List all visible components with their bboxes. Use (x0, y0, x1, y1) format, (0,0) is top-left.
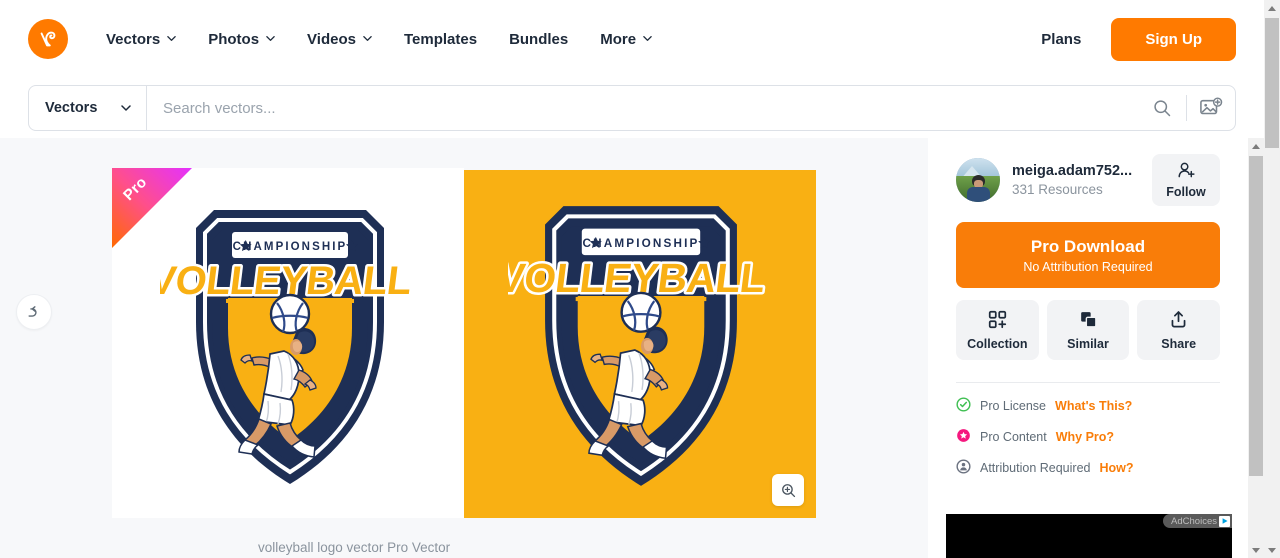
license-info-list: Pro License What's This? Pro Content Why… (956, 397, 1220, 477)
top-navigation-bar: Vectors Photos Videos Templates Bundles … (0, 0, 1264, 78)
pro-download-subtitle: No Attribution Required (1023, 259, 1153, 274)
primary-nav-items: Vectors Photos Videos Templates Bundles … (90, 23, 668, 56)
advertisement-block[interactable]: AdChoices (946, 514, 1232, 558)
back-arrow-icon (27, 305, 37, 317)
adchoices-badge[interactable]: AdChoices (1163, 514, 1232, 528)
license-link[interactable]: Why Pro? (1056, 430, 1114, 444)
author-row: meiga.adam752... 331 Resources Follow (956, 154, 1220, 206)
author-name[interactable]: meiga.adam752... (1012, 163, 1140, 179)
volleyball-logo-artwork-large: CHAMPIONSHIP VOLLEYBALL VOLLEYBALL (508, 206, 770, 486)
nav-item-label: More (600, 30, 637, 48)
adchoices-triangle-icon (1219, 515, 1230, 527)
license-link[interactable]: What's This? (1055, 399, 1132, 413)
check-circle-icon (956, 397, 971, 415)
magnify-plus-icon (781, 483, 795, 497)
star-circle-icon (956, 428, 971, 446)
nav-item-label: Photos (208, 30, 260, 48)
person-circle-icon (956, 459, 971, 477)
search-icon[interactable] (1138, 86, 1186, 130)
share-button-label: Share (1161, 336, 1197, 351)
pro-download-title: Pro Download (1030, 236, 1146, 256)
license-row-pro-content: Pro Content Why Pro? (956, 428, 1220, 446)
chevron-down-icon (363, 34, 372, 43)
sidebar-divider (956, 382, 1220, 383)
author-meta: meiga.adam752... 331 Resources (1012, 163, 1140, 197)
license-row-pro-license: Pro License What's This? (956, 397, 1220, 415)
chevron-down-icon (167, 34, 176, 43)
image-caption: volleyball logo vector Pro Vector (258, 540, 451, 555)
nav-item-more[interactable]: More (584, 23, 668, 56)
plans-link[interactable]: Plans (1033, 25, 1089, 54)
preview-panel-yellow[interactable]: CHAMPIONSHIP VOLLEYBALL VOLLEYBALL (464, 170, 816, 518)
content-scroll-down-arrow[interactable] (1248, 542, 1264, 558)
nav-item-bundles[interactable]: Bundles (493, 23, 584, 56)
nav-item-label: Vectors (106, 30, 161, 48)
volleyball-logo-artwork: CHAMPIONSHIP VOLLEYBALL VOLLEYBALL (160, 210, 416, 484)
search-action-icons (1138, 86, 1235, 130)
nav-item-label: Templates (403, 30, 478, 48)
zoom-in-button[interactable] (772, 474, 804, 506)
search-category-value: Vectors (45, 100, 98, 116)
details-sidebar: meiga.adam752... 331 Resources Follow Pr… (928, 138, 1248, 558)
license-row-attribution: Attribution Required How? (956, 459, 1220, 477)
similar-button-label: Similar (1067, 336, 1109, 351)
nav-item-label: Videos (307, 30, 356, 48)
nav-item-label: Bundles (509, 30, 569, 48)
chevron-down-icon (121, 103, 131, 112)
share-button[interactable]: Share (1137, 300, 1221, 360)
svg-text:CHAMPIONSHIP: CHAMPIONSHIP (233, 241, 348, 253)
action-button-row: Collection Similar Share (956, 300, 1221, 360)
nav-item-photos[interactable]: Photos (192, 23, 291, 56)
svg-text:CHAMPIONSHIP: CHAMPIONSHIP (583, 237, 700, 250)
follow-button-label: Follow (1166, 184, 1206, 199)
vecteezy-logo-icon[interactable] (28, 19, 68, 59)
adchoices-label: AdChoices (1171, 515, 1217, 527)
share-upload-icon (1169, 310, 1188, 332)
pro-download-button[interactable]: Pro Download No Attribution Required (956, 222, 1220, 288)
user-avatar[interactable] (956, 158, 1000, 202)
license-link[interactable]: How? (1099, 461, 1133, 475)
content-scroll-up-arrow[interactable] (1248, 138, 1264, 154)
chevron-down-icon (266, 34, 275, 43)
search-input[interactable] (147, 86, 1138, 130)
search-category-select[interactable]: Vectors (29, 86, 147, 130)
nav-item-templates[interactable]: Templates (388, 23, 493, 56)
follow-button[interactable]: Follow (1152, 154, 1220, 206)
sign-up-button[interactable]: Sign Up (1111, 17, 1236, 61)
author-resource-count: 331 Resources (1012, 182, 1103, 197)
similar-copy-icon (1079, 310, 1098, 332)
license-label: Pro License (980, 399, 1047, 413)
content-scrollbar[interactable] (1248, 138, 1264, 558)
search-bar-region: Vectors (0, 78, 1264, 138)
window-scroll-thumb[interactable] (1265, 18, 1279, 148)
content-scroll-thumb[interactable] (1249, 156, 1263, 476)
page-root: Vectors Photos Videos Templates Bundles … (0, 0, 1280, 558)
window-scroll-up-arrow[interactable] (1264, 0, 1280, 16)
license-label: Attribution Required (980, 461, 1091, 475)
pro-badge-label: Pro (120, 173, 151, 205)
nav-item-videos[interactable]: Videos (291, 23, 388, 56)
preview-content-area: Pro CHAMPIONSHIP VOLLEYBALL VOLLEYBALL C… (0, 138, 928, 558)
search-bar: Vectors (28, 85, 1236, 131)
collection-button-label: Collection (967, 336, 1028, 351)
license-label: Pro Content (980, 430, 1047, 444)
nav-right-actions: Plans Sign Up (1033, 17, 1236, 61)
collection-button[interactable]: Collection (956, 300, 1039, 360)
similar-button[interactable]: Similar (1046, 300, 1130, 360)
page-body: Pro CHAMPIONSHIP VOLLEYBALL VOLLEYBALL C… (0, 138, 1248, 558)
back-button[interactable] (16, 294, 52, 330)
window-scroll-down-arrow[interactable] (1264, 542, 1280, 558)
collection-grid-plus-icon (988, 310, 1007, 332)
image-search-icon[interactable] (1187, 86, 1235, 130)
preview-panel-white[interactable]: Pro CHAMPIONSHIP VOLLEYBALL VOLLEYBALL (112, 168, 464, 518)
nav-item-vectors[interactable]: Vectors (90, 23, 192, 56)
user-plus-icon (1177, 162, 1196, 182)
chevron-down-icon (643, 34, 652, 43)
avatar-body (967, 187, 990, 202)
window-scrollbar[interactable] (1264, 0, 1280, 558)
